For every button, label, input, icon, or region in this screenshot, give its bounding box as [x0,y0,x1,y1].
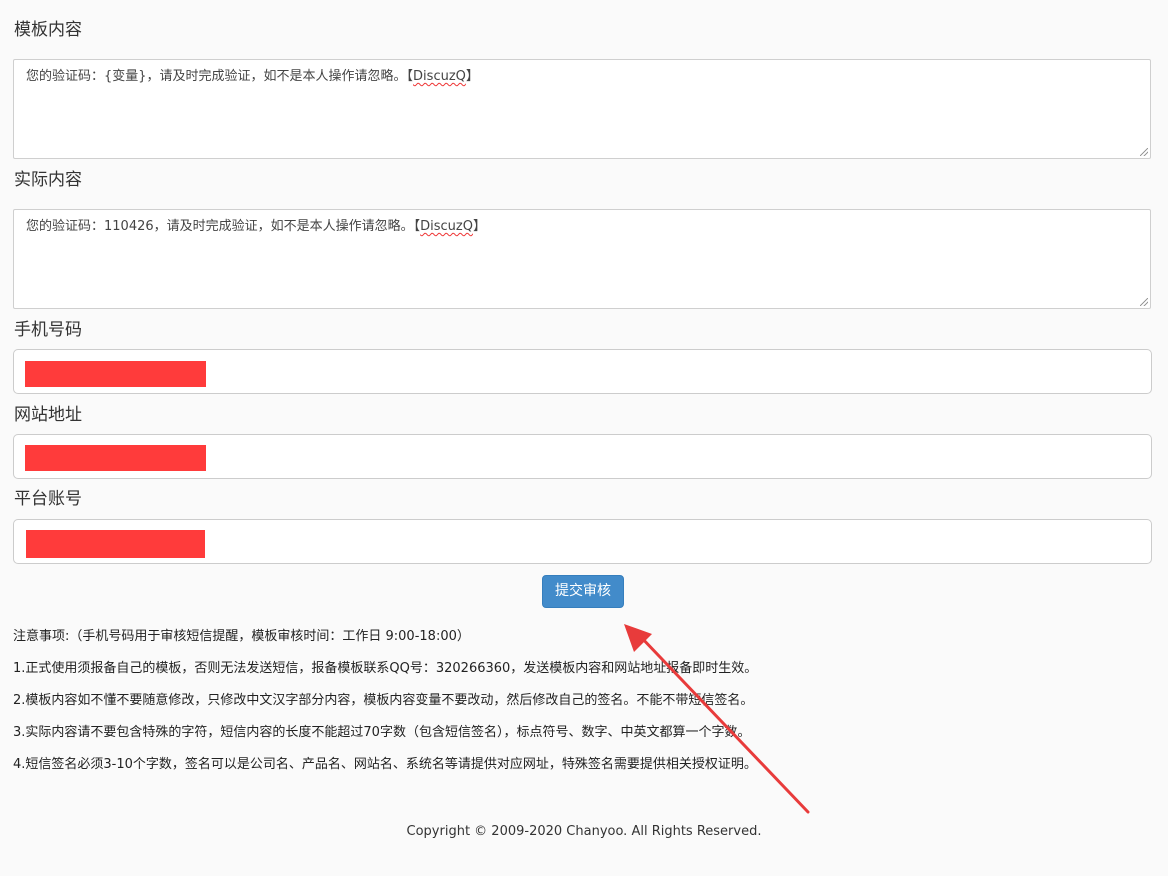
phone-input[interactable] [13,349,1152,394]
actual-text-end: 】 [472,219,486,234]
resize-handle-icon[interactable] [1140,298,1148,306]
actual-brand: DiscuzQ [420,219,473,234]
redaction-block [25,361,206,387]
account-input[interactable] [13,519,1152,564]
template-brand: DiscuzQ [413,69,466,84]
website-label: 网站地址 [14,405,82,425]
note-item: 4.短信签名必须3-10个字数，签名可以是公司名、产品名、网站名、系统名等请提供… [13,757,757,772]
website-input[interactable] [13,434,1152,479]
actual-content-textarea[interactable]: 您的验证码：110426，请及时完成验证，如不是本人操作请忽略。【DiscuzQ… [13,209,1151,309]
notes-title: 注意事项:（手机号码用于审核短信提醒，模板审核时间：工作日 9:00-18:00… [13,629,470,644]
resize-handle-icon[interactable] [1140,148,1148,156]
template-text-end: 】 [465,69,479,84]
actual-text: 您的验证码：110426，请及时完成验证，如不是本人操作请忽略。【 [26,219,421,234]
note-item: 3.实际内容请不要包含特殊的字符，短信内容的长度不能超过70字数（包含短信签名）… [13,725,751,740]
template-text: 您的验证码：{变量}，请及时完成验证，如不是本人操作请忽略。【 [26,69,414,84]
redaction-block [26,530,205,558]
notes-section: 注意事项:（手机号码用于审核短信提醒，模板审核时间：工作日 9:00-18:00… [13,627,757,787]
template-content-textarea[interactable]: 您的验证码：{变量}，请及时完成验证，如不是本人操作请忽略。【DiscuzQ】 [13,59,1151,159]
template-content-label: 模板内容 [14,20,82,40]
actual-content-label: 实际内容 [14,170,82,190]
note-item: 1.正式使用须报备自己的模板，否则无法发送短信，报备模板联系QQ号：320266… [13,661,758,676]
submit-review-button[interactable]: 提交审核 [542,575,624,608]
redaction-block [25,445,206,471]
phone-label: 手机号码 [14,320,82,340]
copyright-footer: Copyright © 2009-2020 Chanyoo. All Right… [406,824,762,839]
note-item: 2.模板内容如不懂不要随意修改，只修改中文汉字部分内容，模板内容变量不要改动，然… [13,693,754,708]
sms-template-form: 模板内容 您的验证码：{变量}，请及时完成验证，如不是本人操作请忽略。【Disc… [0,0,1168,876]
account-label: 平台账号 [14,489,82,509]
